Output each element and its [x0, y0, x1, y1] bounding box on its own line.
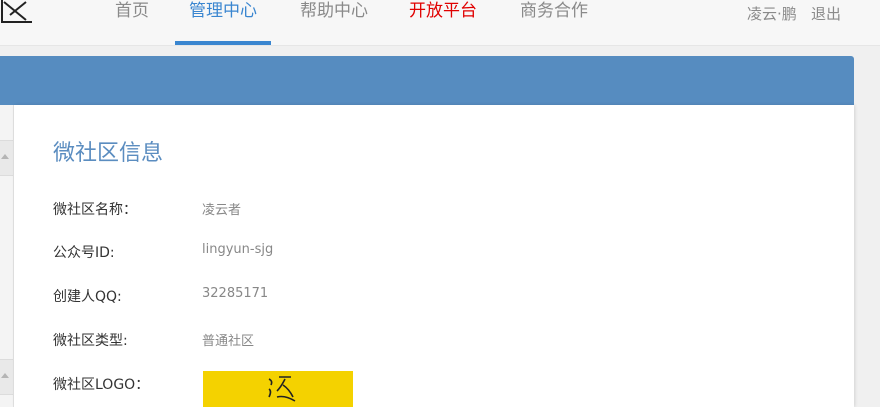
field-label: 公众号ID:	[53, 245, 115, 261]
nav-management-center[interactable]: 管理中心	[185, 0, 261, 45]
info-row-logo: 微社区LOGO：	[53, 374, 833, 394]
community-info-panel: 微社区信息 微社区名称： 凌云者 公众号ID: lingyun-sjg 创建人Q…	[14, 105, 854, 407]
sidebar-collapse-tab[interactable]	[0, 140, 13, 176]
field-label: 创建人QQ:	[53, 289, 122, 305]
field-value: 32285171	[202, 286, 269, 301]
field-label: 微社区类型:	[53, 333, 128, 349]
field-value: lingyun-sjg	[202, 242, 274, 257]
field-label: 微社区LOGO：	[53, 377, 150, 393]
sidebar-strip	[0, 105, 14, 407]
field-value: 普通社区	[202, 334, 255, 349]
nav-business-cooperation[interactable]: 商务合作	[516, 0, 592, 45]
nav-home[interactable]: 首页	[113, 0, 151, 45]
section-title: 微社区信息	[53, 141, 164, 166]
info-row-type: 微社区类型: 普通社区	[53, 330, 833, 350]
info-row-account-id: 公众号ID: lingyun-sjg	[53, 242, 833, 262]
nav-help-center[interactable]: 帮助中心	[296, 0, 372, 45]
logout-link[interactable]: 退出	[811, 3, 841, 23]
nav-active-indicator	[175, 41, 271, 45]
community-logo-image	[203, 371, 353, 407]
nav-open-platform[interactable]: 开放平台	[405, 0, 481, 45]
site-logo-icon[interactable]	[0, 0, 34, 24]
top-navigation-bar: 首页 管理中心 帮助中心 开放平台 商务合作 凌云·鹏 退出	[0, 0, 880, 46]
user-name[interactable]: 凌云·鹏	[747, 3, 797, 23]
info-row-creator-qq: 创建人QQ: 32285171	[53, 286, 833, 306]
sidebar-collapse-tab[interactable]	[0, 359, 13, 395]
info-row-name: 微社区名称： 凌云者	[53, 199, 833, 219]
community-logo-artwork-icon	[268, 376, 296, 402]
field-value: 凌云者	[202, 203, 242, 218]
field-label: 微社区名称：	[53, 202, 137, 218]
content-header-band	[0, 56, 854, 105]
